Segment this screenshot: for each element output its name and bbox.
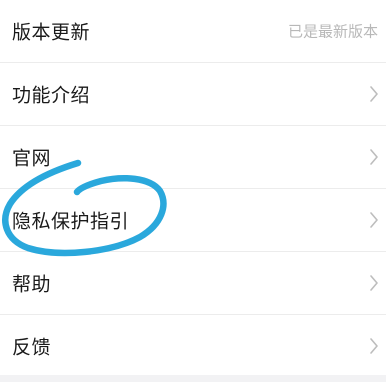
- settings-item-label: 隐私保护指引: [12, 210, 130, 233]
- settings-item-label: 版本更新: [12, 21, 91, 44]
- settings-item-help[interactable]: 帮助: [0, 252, 386, 314]
- settings-item-version-update[interactable]: 版本更新 已是最新版本: [0, 0, 386, 62]
- version-status-text: 已是最新版本: [287, 22, 378, 41]
- settings-item-label: 官网: [12, 147, 52, 170]
- settings-item-label: 反馈: [12, 336, 52, 359]
- settings-list: 版本更新 已是最新版本 功能介绍 官网 隐私保护指引 帮助 反馈: [0, 0, 386, 375]
- settings-item-feedback[interactable]: 反馈: [0, 315, 386, 377]
- settings-item-label: 帮助: [12, 273, 52, 296]
- chevron-right-icon: [370, 275, 378, 291]
- chevron-right-icon: [370, 149, 378, 165]
- chevron-right-icon: [370, 338, 378, 354]
- settings-item-privacy-guide[interactable]: 隐私保护指引: [0, 189, 386, 251]
- chevron-right-icon: [370, 86, 378, 102]
- settings-item-features[interactable]: 功能介绍: [0, 63, 386, 125]
- chevron-right-icon: [370, 212, 378, 228]
- settings-item-official-site[interactable]: 官网: [0, 126, 386, 188]
- settings-item-label: 功能介绍: [12, 84, 91, 107]
- bottom-section-gap: [0, 375, 386, 382]
